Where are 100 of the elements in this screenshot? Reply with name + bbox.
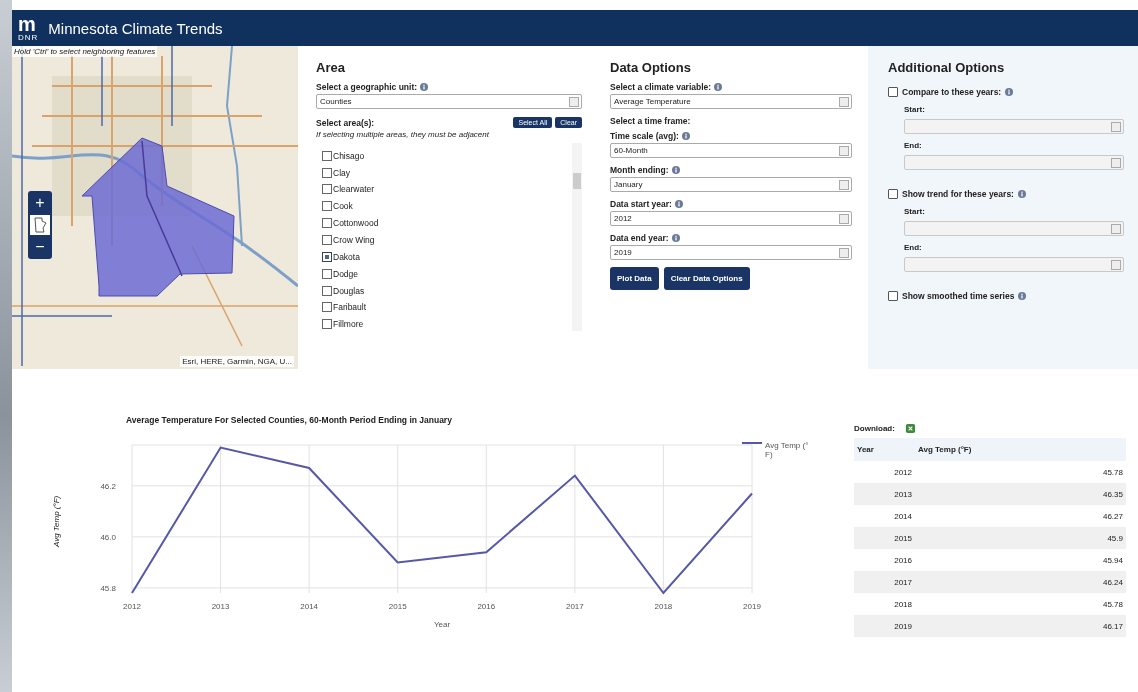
field-label: Start:	[904, 207, 926, 216]
axis-tick-label: 2019	[743, 602, 761, 611]
checkbox[interactable]	[322, 218, 332, 229]
checkbox[interactable]	[888, 87, 898, 97]
info-icon[interactable]	[674, 200, 683, 208]
checkbox[interactable]	[322, 268, 332, 279]
column-header[interactable]: Avg Temp (°F)	[915, 438, 1126, 461]
state-outline-icon[interactable]	[30, 215, 50, 235]
county-name[interactable]: Dodge	[333, 268, 359, 279]
field-label: Start:	[904, 105, 926, 114]
info-icon[interactable]	[671, 234, 680, 242]
field-label: Data start year:	[610, 199, 672, 209]
option-label: Compare to these years:	[902, 87, 1002, 97]
axis-tick-label: 2013	[211, 602, 230, 611]
table-cell: 45.78	[915, 461, 1126, 483]
field-label: End:	[904, 141, 923, 150]
axis-tick-label: 46.0	[100, 532, 116, 542]
select-field[interactable]: 2019	[610, 245, 852, 260]
info-icon[interactable]	[420, 83, 429, 91]
note-text: If selecting multiple areas, they must be adjacent	[316, 130, 490, 139]
field-label: Month ending:	[610, 165, 669, 175]
checkbox[interactable]	[322, 201, 332, 212]
info-icon[interactable]	[1018, 292, 1027, 300]
county-name[interactable]: Clay	[333, 167, 350, 178]
table-cell: 2015	[854, 527, 915, 549]
table-cell: 45.78	[915, 593, 1126, 615]
field-label: End:	[904, 243, 923, 252]
field-label: Select a time frame:	[610, 116, 691, 126]
field-label: Select a climate variable:	[610, 82, 712, 92]
field-label: Select a geographic unit:	[316, 82, 418, 92]
table-cell: 45.9	[915, 527, 1126, 549]
table-cell: 46.27	[915, 505, 1126, 527]
checkbox[interactable]	[322, 302, 332, 313]
table-cell: 2019	[854, 615, 915, 637]
axis-tick-label: 46.2	[100, 481, 116, 491]
info-icon[interactable]	[714, 83, 723, 91]
map-hint: Hold 'Ctrl' to select neighboring features	[12, 46, 158, 57]
checkbox[interactable]	[322, 167, 332, 178]
checkbox[interactable]	[888, 291, 898, 301]
select-field[interactable]: 2012	[610, 211, 852, 226]
map-attribution: Esri, HERE, Garmin, NGA, U...	[180, 356, 294, 367]
action-button[interactable]: Plot Data	[610, 267, 659, 290]
table-cell: 2018	[854, 593, 915, 615]
checkbox[interactable]	[322, 319, 332, 330]
field-label: Time scale (avg):	[610, 131, 679, 141]
axis-tick-label: 2014	[300, 602, 319, 611]
checkbox[interactable]	[322, 251, 332, 262]
checkbox[interactable]	[888, 189, 898, 199]
info-icon[interactable]	[671, 166, 680, 174]
table-cell: 2012	[854, 461, 915, 483]
table-cell: 2016	[854, 549, 915, 571]
legend-line-icon	[742, 441, 762, 445]
spreadsheet-icon[interactable]	[904, 423, 916, 434]
column-header[interactable]: Year	[854, 438, 915, 461]
section-heading: Data Options	[610, 60, 692, 75]
county-name[interactable]: Faribault	[333, 302, 367, 313]
table-cell: 2013	[854, 483, 915, 505]
axis-tick-label: 2018	[654, 602, 673, 611]
table-cell: 46.35	[915, 483, 1126, 505]
axis-title: Year	[433, 620, 451, 629]
info-icon[interactable]	[1005, 88, 1014, 96]
axis-tick-label: 2016	[477, 602, 496, 611]
map-drawing[interactable]	[12, 46, 298, 369]
section-heading: Additional Options	[888, 60, 1006, 75]
option-label: Show trend for these years:	[902, 189, 1014, 199]
select-field[interactable]: Average Temperature	[610, 94, 852, 109]
app-title: Minnesota Climate Trends	[48, 19, 223, 37]
county-name[interactable]: Chisago	[333, 150, 365, 161]
table-cell: 46.17	[915, 615, 1126, 637]
checkbox[interactable]	[322, 234, 332, 245]
checkbox[interactable]	[322, 184, 332, 195]
select-field[interactable]: 60-Month	[610, 143, 852, 158]
table-cell: 2014	[854, 505, 915, 527]
axis-tick-label: 2015	[388, 602, 407, 611]
select-field[interactable]: January	[610, 177, 852, 192]
county-name[interactable]: Douglas	[333, 285, 365, 296]
checkbox[interactable]	[322, 285, 332, 296]
axis-tick-label: 45.8	[100, 583, 116, 593]
table-cell: 45.94	[915, 549, 1126, 571]
county-name[interactable]: Cook	[333, 201, 353, 212]
county-name[interactable]: Clearwater	[333, 184, 375, 195]
info-icon[interactable]	[681, 132, 690, 140]
unit-select[interactable]: Counties	[316, 94, 582, 109]
table-cell: 2017	[854, 571, 915, 593]
axis-title: Avg Temp (°F)	[52, 497, 62, 547]
option-label: Show smoothed time series	[902, 291, 1015, 301]
county-name[interactable]: Dakota	[333, 251, 360, 262]
axis-tick-label: 2017	[565, 602, 584, 611]
field-label: Data end year:	[610, 233, 669, 243]
table-cell: 46.24	[915, 571, 1126, 593]
download-label: Download:	[854, 424, 895, 433]
county-name[interactable]: Crow Wing	[333, 234, 375, 245]
county-name[interactable]: Cottonwood	[333, 218, 379, 229]
dnr-logo: m DNR	[18, 14, 39, 42]
action-button[interactable]: Clear Data Options	[663, 267, 750, 290]
info-icon[interactable]	[1017, 190, 1026, 198]
field-label: Select area(s):	[316, 117, 375, 128]
county-name[interactable]: Fillmore	[333, 319, 364, 330]
checkbox[interactable]	[322, 150, 332, 161]
scrollbar[interactable]	[572, 143, 582, 331]
